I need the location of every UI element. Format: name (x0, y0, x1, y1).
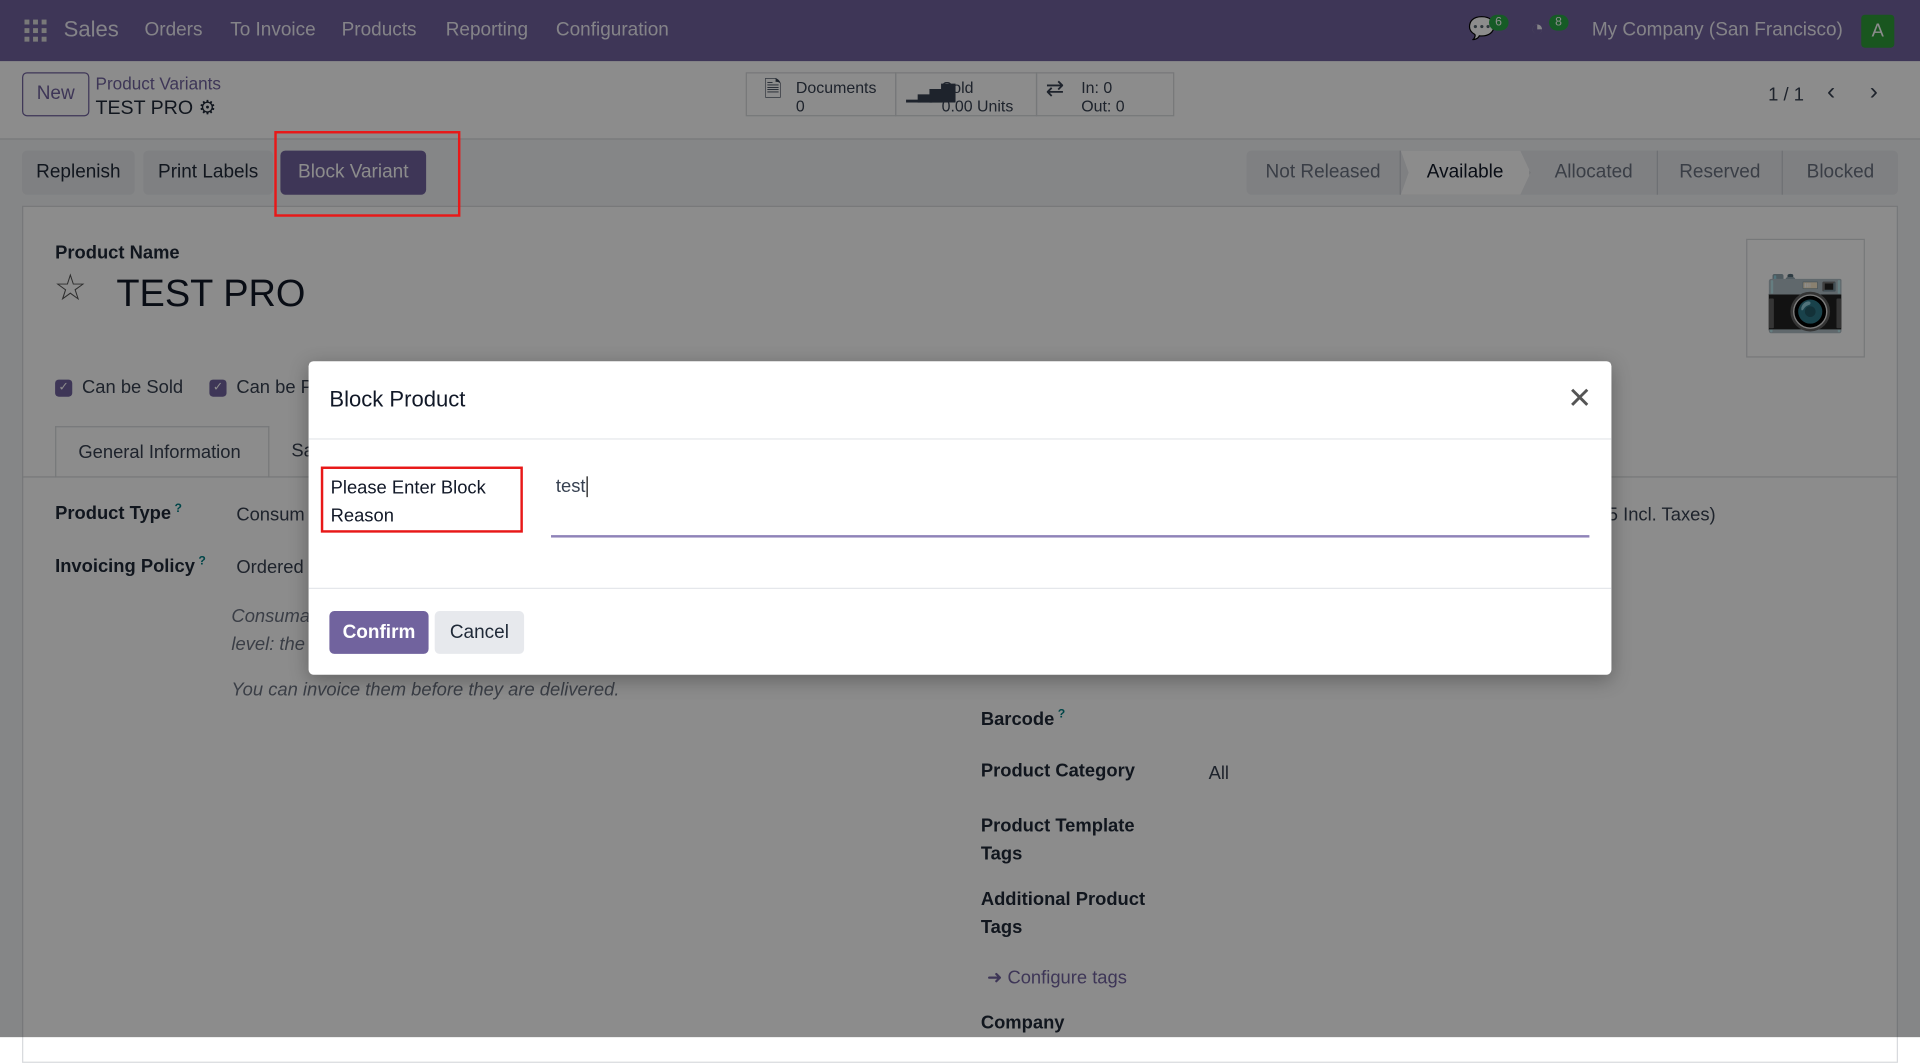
confirm-button[interactable]: Confirm (329, 611, 429, 654)
dialog-footer-divider (308, 587, 1612, 589)
block-reason-value: test (555, 476, 586, 498)
highlight-block-variant (274, 131, 461, 217)
block-reason-label: Please Enter Block Reason (320, 466, 523, 533)
block-reason-label-text: Please Enter Block Reason (330, 477, 486, 527)
dialog-title: Block Product (329, 386, 466, 412)
block-product-dialog: Block Product ✕ Please Enter Block Reaso… (308, 361, 1612, 675)
block-reason-input[interactable]: test (551, 471, 1590, 538)
cancel-button[interactable]: Cancel (434, 611, 525, 654)
dialog-header-divider (308, 438, 1612, 440)
close-icon[interactable]: ✕ (1567, 381, 1592, 417)
